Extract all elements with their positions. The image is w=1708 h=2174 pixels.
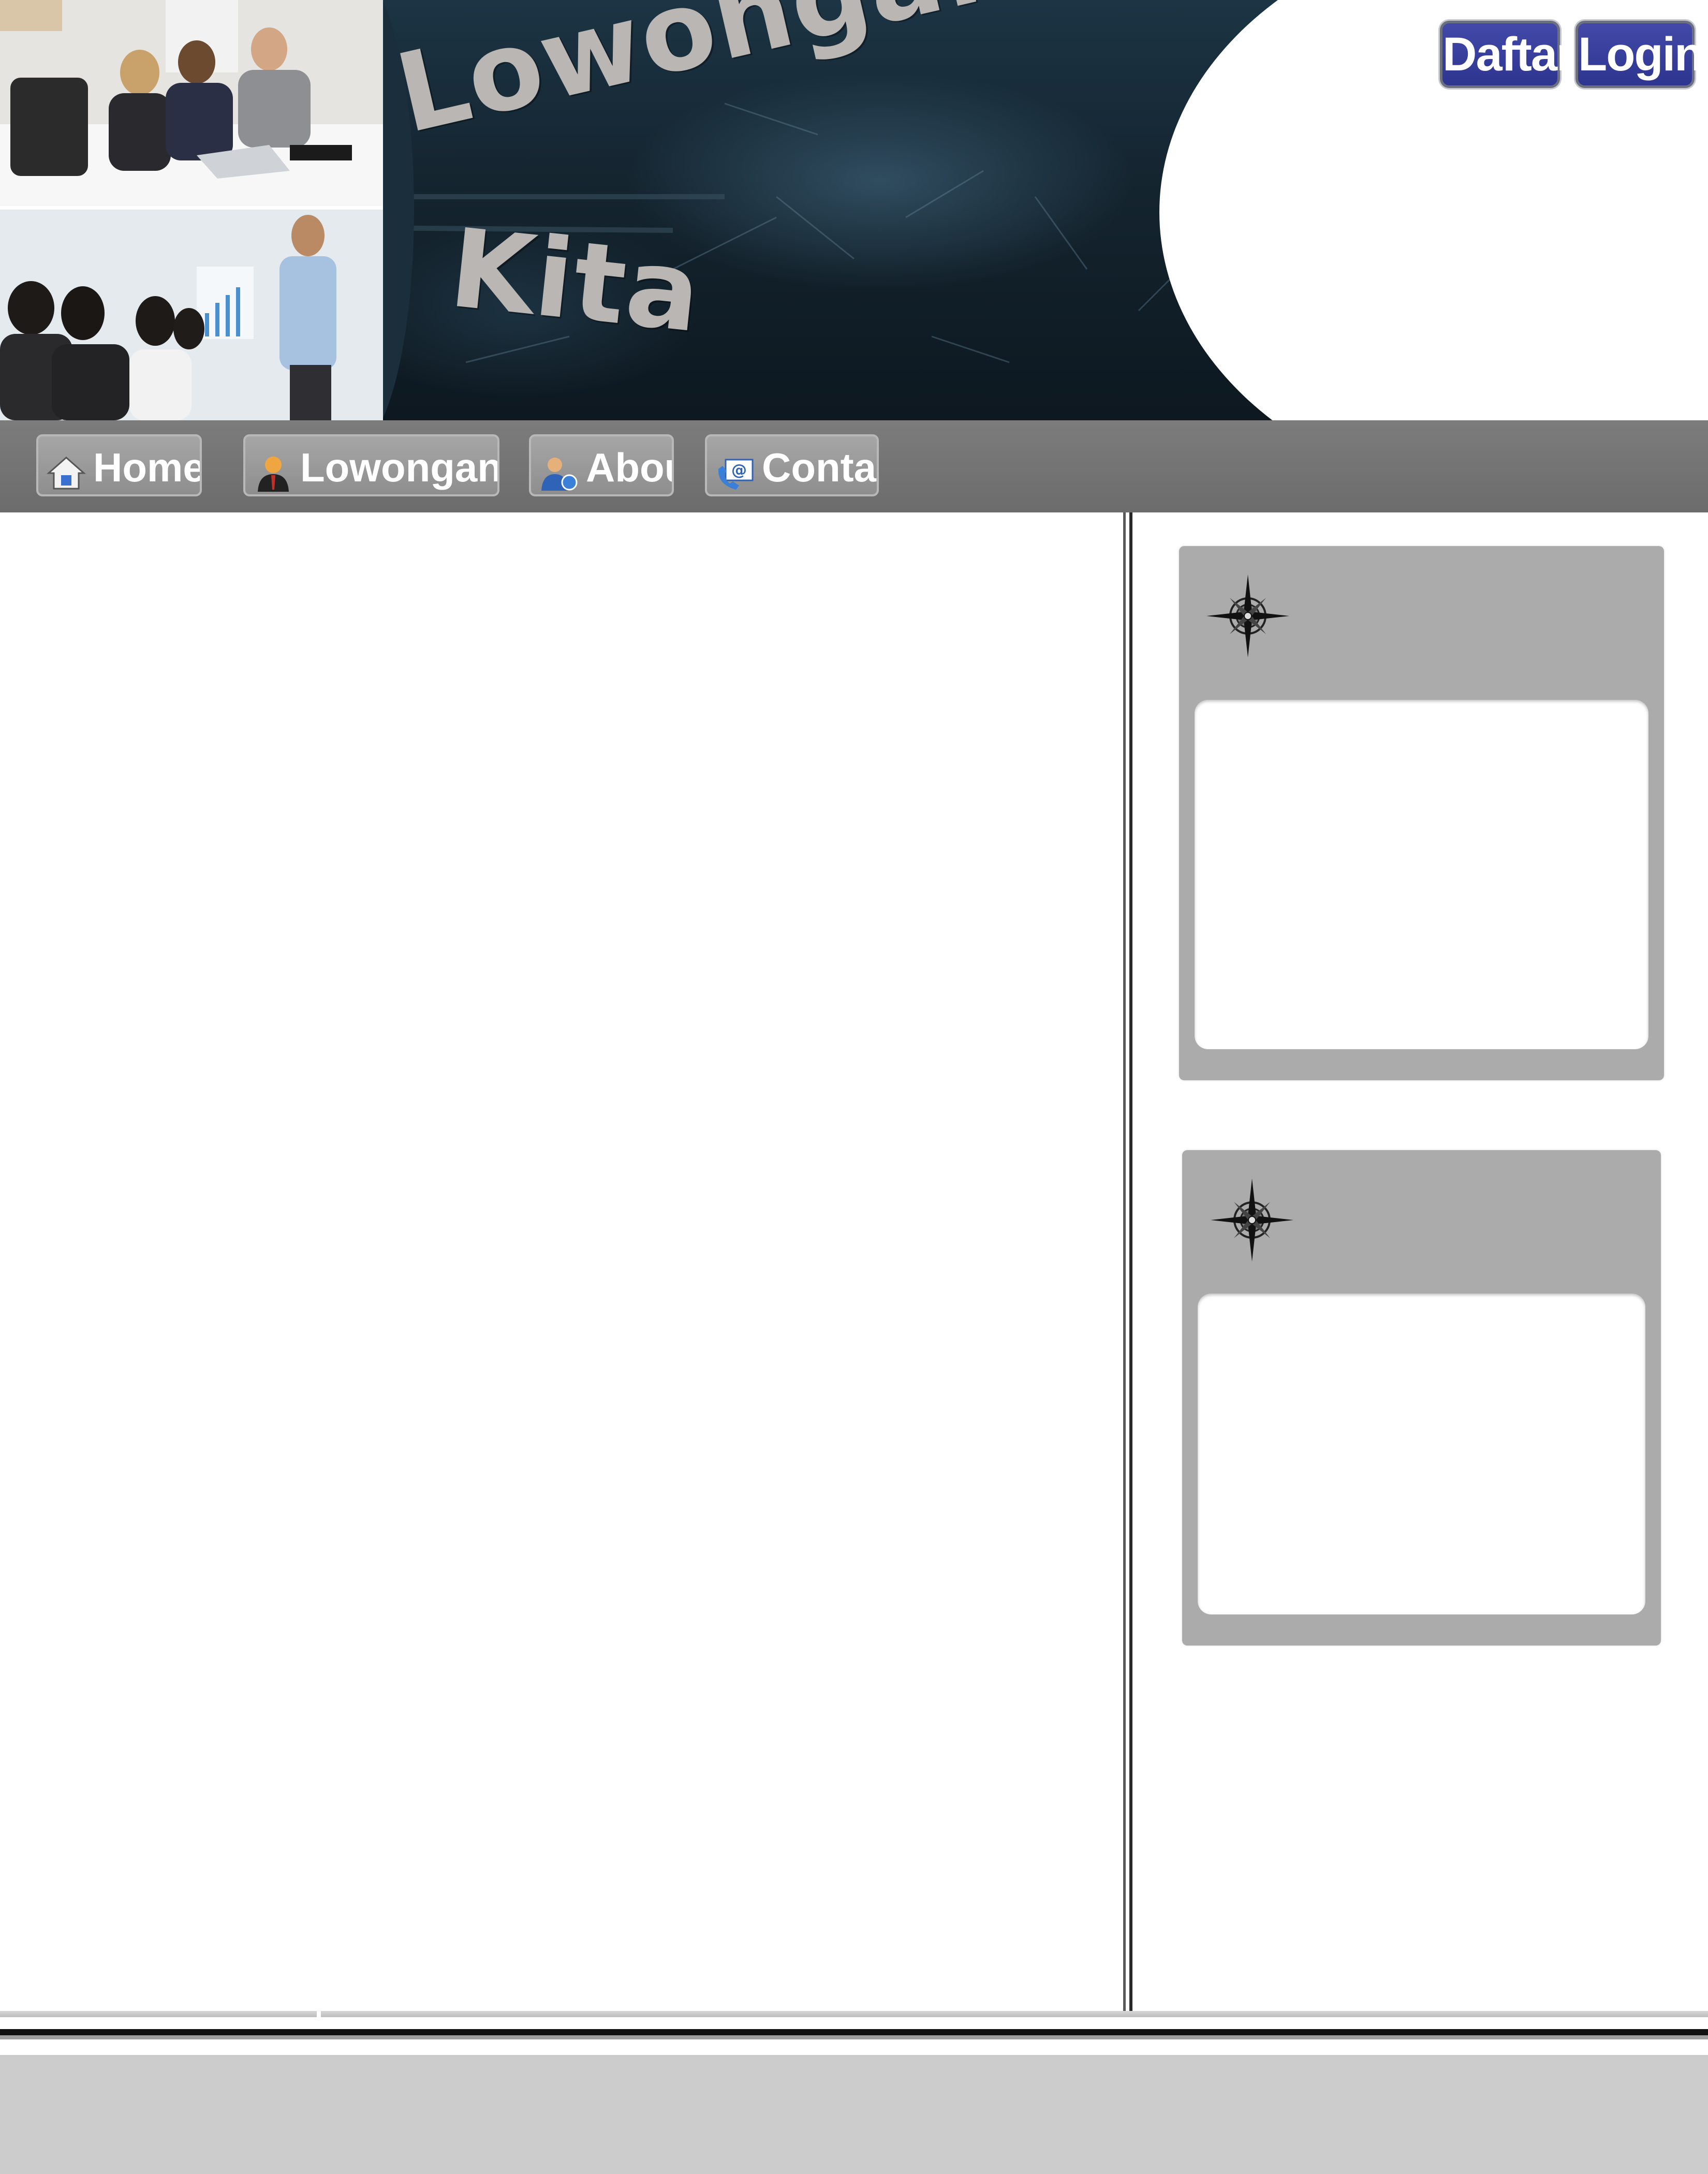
nav-about-button[interactable]: About	[529, 434, 674, 496]
home-icon	[47, 448, 86, 490]
nav-lowongan-label: Lowongan	[300, 445, 499, 490]
contact-icon: @	[715, 448, 755, 490]
nav-contact-button[interactable]: @ Contact	[705, 434, 879, 496]
nav-contact-label: Contact	[762, 445, 877, 490]
footer-divider-shadow	[0, 2035, 1708, 2039]
main-content-area	[0, 512, 1123, 2011]
sidebar-widget-2	[1182, 1150, 1661, 1646]
svg-text:@: @	[731, 461, 747, 479]
site-header: Lowongan Kita Daftar Login	[0, 0, 1708, 420]
sidebar-widget-1	[1179, 546, 1664, 1080]
login-button[interactable]: Login	[1576, 21, 1703, 88]
column-divider	[1123, 512, 1132, 2011]
main-navigation: Home Lowongan About @	[0, 420, 1708, 512]
site-logo-line2: Kita	[444, 204, 708, 357]
widget-1-content	[1195, 700, 1648, 1049]
nav-home-button[interactable]: Home	[36, 434, 202, 496]
footer-divider-top	[0, 2011, 1708, 2017]
person-icon	[254, 448, 293, 492]
team-meeting-photo	[0, 0, 383, 207]
sidebar	[1132, 512, 1708, 2011]
footer-divider-black	[0, 2029, 1708, 2035]
compass-icon	[1204, 572, 1292, 660]
compass-icon	[1208, 1176, 1296, 1264]
presentation-photo	[0, 210, 383, 420]
nav-lowongan-button[interactable]: Lowongan	[243, 434, 499, 496]
widget-2-content	[1198, 1294, 1645, 1614]
site-footer	[0, 2055, 1708, 2174]
nav-home-label: Home	[93, 445, 202, 490]
footer-divider-gap	[317, 2011, 321, 2017]
nav-about-label: About	[586, 445, 672, 490]
daftar-button[interactable]: Daftar	[1440, 21, 1575, 88]
users-icon	[539, 448, 579, 491]
